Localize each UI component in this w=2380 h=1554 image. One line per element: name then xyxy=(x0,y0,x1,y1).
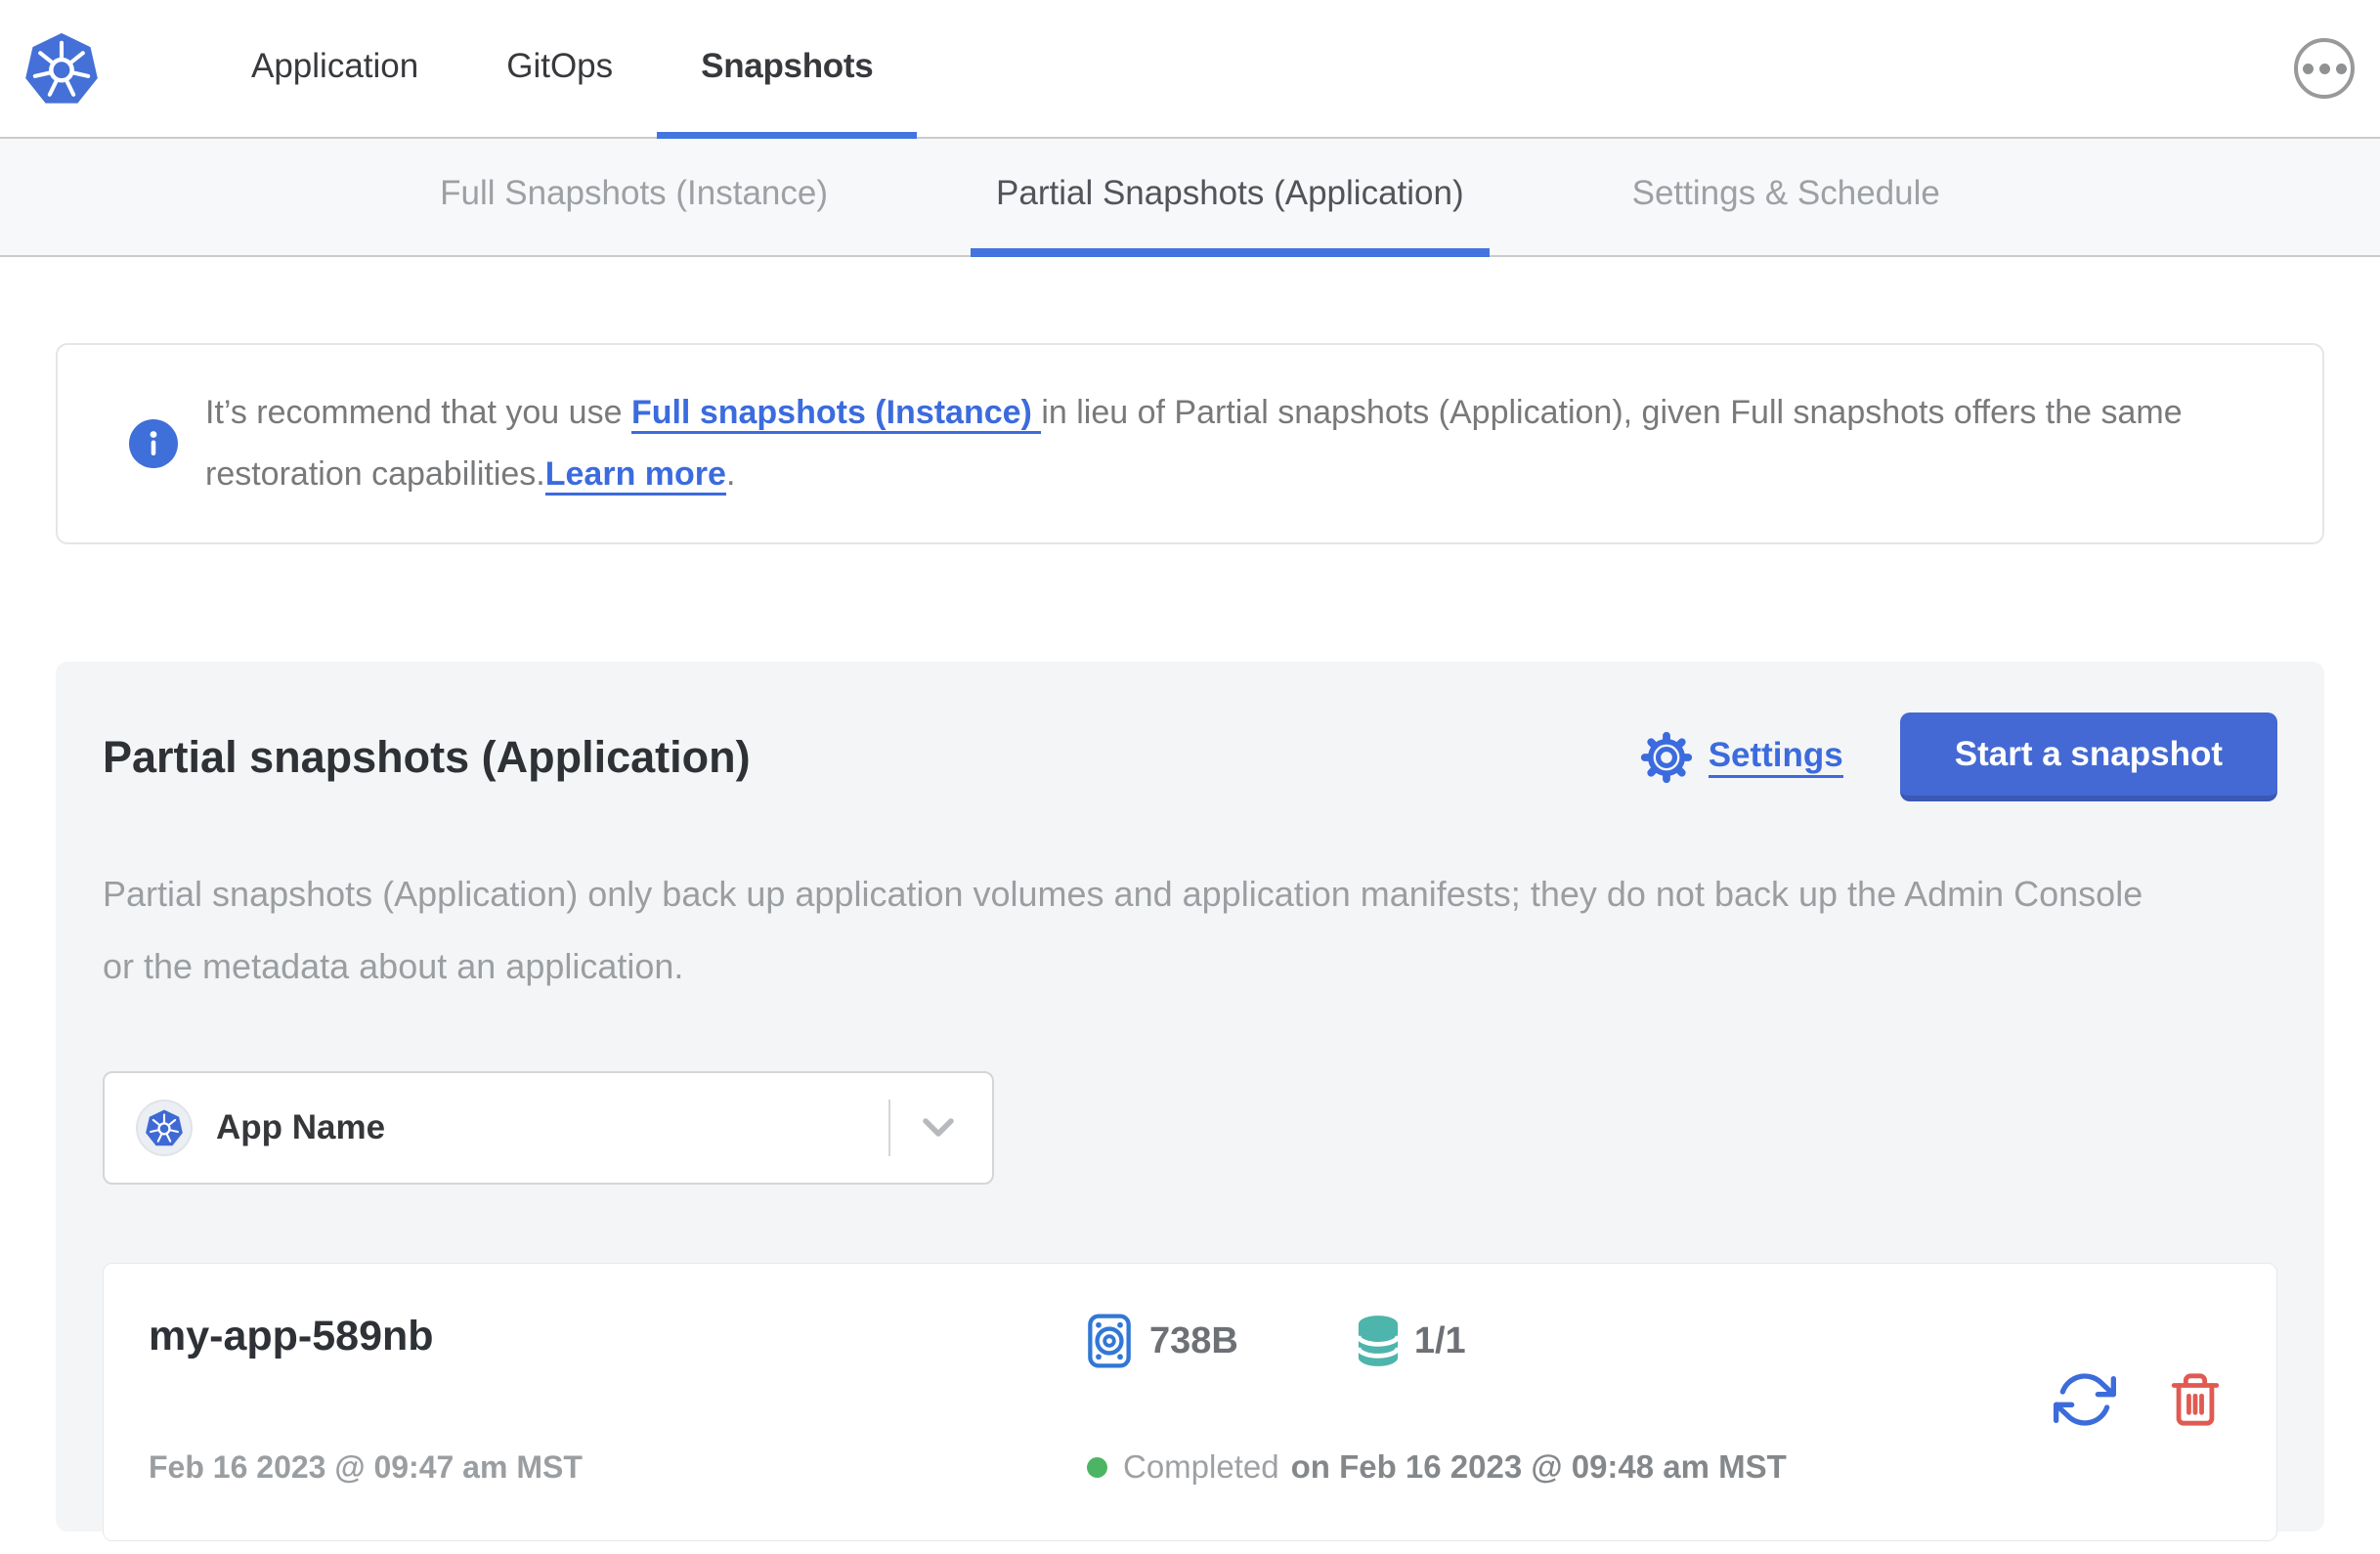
restore-snapshot-button[interactable] xyxy=(2054,1368,2116,1431)
info-banner: It’s recommend that you use Full snapsho… xyxy=(56,343,2324,544)
snapshot-settings-link[interactable]: Settings xyxy=(1640,731,1843,784)
info-icon xyxy=(129,419,178,468)
select-divider xyxy=(888,1100,890,1156)
banner-message: It’s recommend that you use Full snapsho… xyxy=(205,382,2263,505)
full-snapshots-link[interactable]: Full snapshots (Instance) xyxy=(630,394,1042,434)
delete-snapshot-button[interactable] xyxy=(2167,1371,2224,1428)
page-title: Partial snapshots (Application) xyxy=(103,731,751,782)
snapshot-row: my-app-589nb Feb 16 2023 @ 09:47 am MST … xyxy=(103,1263,2277,1541)
partial-snapshots-panel: Partial snapshots (Application) Settings… xyxy=(56,662,2324,1541)
subtab-settings-schedule[interactable]: Settings & Schedule xyxy=(1607,139,1966,257)
nav-tab-application[interactable]: Application xyxy=(207,0,462,139)
snapshot-started-timestamp: Feb 16 2023 @ 09:47 am MST xyxy=(149,1449,583,1485)
snapshots-subnav: Full Snapshots (Instance) Partial Snapsh… xyxy=(0,139,2380,257)
nav-tab-gitops[interactable]: GitOps xyxy=(462,0,657,139)
status-dot-icon xyxy=(1087,1456,1107,1478)
ellipsis-menu-icon[interactable] xyxy=(2294,38,2355,99)
gear-icon xyxy=(1640,731,1692,783)
primary-nav: Application GitOps Snapshots xyxy=(207,0,918,139)
subtab-partial-snapshots[interactable]: Partial Snapshots (Application) xyxy=(971,139,1490,257)
database-icon xyxy=(1356,1316,1401,1366)
top-nav: Application GitOps Snapshots xyxy=(0,0,2380,139)
chevron-down-icon[interactable] xyxy=(922,1117,955,1139)
restore-icon xyxy=(2054,1372,2116,1426)
settings-label: Settings xyxy=(1708,736,1843,778)
app-select-value: App Name xyxy=(216,1108,386,1146)
kubernetes-logo-icon xyxy=(22,28,102,108)
nav-tab-snapshots[interactable]: Snapshots xyxy=(657,0,918,139)
subtab-full-snapshots[interactable]: Full Snapshots (Instance) xyxy=(414,139,853,257)
snapshot-volumes: 1/1 xyxy=(1413,1319,1466,1361)
snapshot-status: Completed xyxy=(1123,1448,1279,1485)
panel-header: Partial snapshots (Application) Settings… xyxy=(103,712,2277,801)
start-snapshot-button[interactable]: Start a snapshot xyxy=(1899,712,2277,801)
snapshot-completed-timestamp: on Feb 16 2023 @ 09:48 am MST xyxy=(1290,1448,1787,1485)
learn-more-link[interactable]: Learn more xyxy=(544,455,726,496)
kubernetes-icon xyxy=(136,1100,193,1156)
trash-icon xyxy=(2171,1372,2220,1426)
banner-text-end: . xyxy=(725,455,736,493)
panel-description: Partial snapshots (Application) only bac… xyxy=(103,874,2143,986)
app-name-select[interactable]: App Name xyxy=(103,1071,994,1185)
snapshot-name[interactable]: my-app-589nb xyxy=(149,1313,1087,1360)
snapshot-size: 738B xyxy=(1149,1319,1238,1361)
disk-icon xyxy=(1088,1314,1131,1368)
banner-text-start: It’s recommend that you use xyxy=(205,394,631,431)
